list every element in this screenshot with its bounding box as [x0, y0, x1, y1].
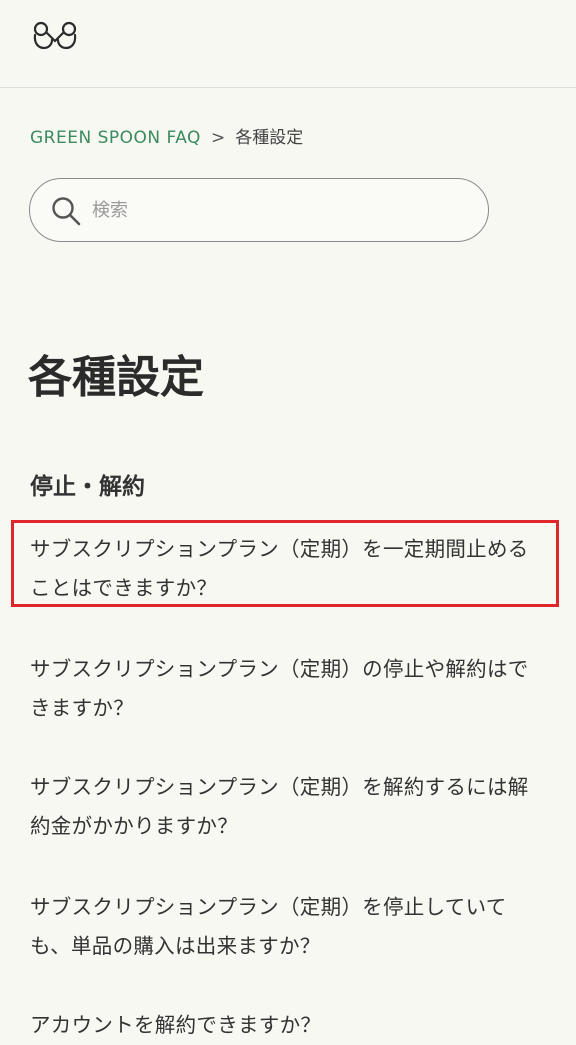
header — [0, 0, 576, 88]
faq-link[interactable]: アカウントを解約できますか？ — [30, 1006, 545, 1045]
search-box[interactable] — [29, 178, 489, 242]
faq-link[interactable]: サブスクリプションプラン（定期）を解約するには解約金がかかりますか？ — [30, 768, 545, 846]
search-icon[interactable] — [50, 195, 82, 227]
faq-link[interactable]: サブスクリプションプラン（定期）を停止していても、単品の購入は出来ますか？ — [30, 888, 545, 966]
breadcrumb-current: 各種設定 — [235, 128, 304, 148]
page-title: 各種設定 — [28, 352, 204, 403]
green-spoon-logo-icon[interactable] — [30, 18, 80, 52]
search-input[interactable] — [92, 191, 472, 229]
breadcrumb: GREEN SPOON FAQ > 各種設定 — [30, 126, 303, 150]
faq-link[interactable]: サブスクリプションプラン（定期）の停止や解約はできますか？ — [30, 650, 545, 728]
section-title: 停止・解約 — [30, 474, 145, 500]
breadcrumb-separator: > — [210, 128, 226, 148]
faq-link[interactable]: サブスクリプションプラン（定期）を一定期間止めることはできますか？ — [30, 530, 545, 608]
breadcrumb-home-link[interactable]: GREEN SPOON FAQ — [30, 128, 201, 148]
